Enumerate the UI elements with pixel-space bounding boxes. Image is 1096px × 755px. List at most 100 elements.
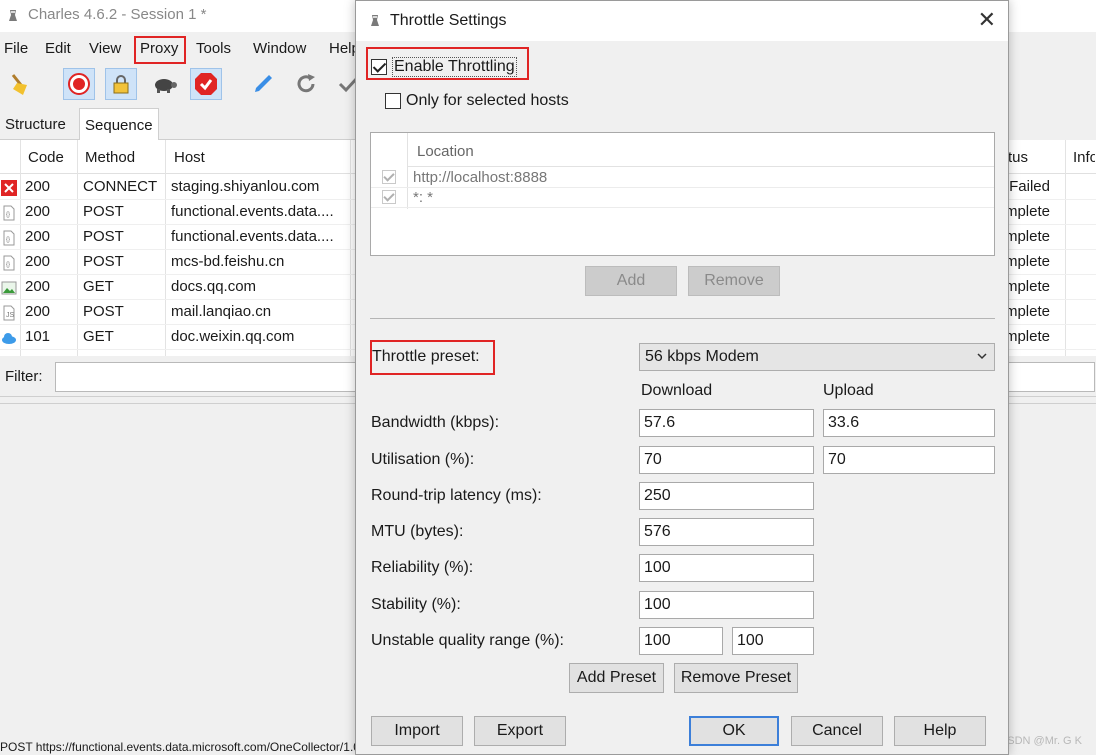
record-icon [68, 73, 90, 95]
location-row-checkbox[interactable] [382, 190, 396, 204]
refresh-icon [297, 74, 315, 93]
location-row[interactable]: *: * [371, 188, 994, 208]
dialog-title-bar: Throttle Settings ✕ [356, 1, 1008, 41]
mtu-field[interactable]: 576 [639, 518, 814, 546]
upload-header: Upload [823, 382, 874, 399]
only-selected-hosts-checkbox[interactable] [385, 93, 401, 109]
watermark: CSDN @Mr. G K [999, 735, 1082, 747]
svg-text:JS: JS [6, 312, 15, 319]
column-info[interactable]: Info [1073, 149, 1095, 166]
cell-method: GET [83, 278, 114, 295]
column-code[interactable]: Code [28, 149, 64, 166]
svg-text:{}: {} [6, 212, 10, 218]
cell-host: mail.lanqiao.cn [171, 303, 272, 320]
turtle-icon [155, 79, 177, 93]
reliability-field[interactable]: 100 [639, 554, 814, 582]
cell-host: docs.qq.com [171, 278, 257, 295]
location-row[interactable]: http://localhost:8888 [371, 168, 994, 188]
cloud-icon [1, 330, 17, 346]
throttle-preset-select[interactable]: 56 kbps Modem [639, 343, 995, 371]
latency-label: Round-trip latency (ms): [371, 487, 542, 504]
tab-sequence[interactable]: Sequence [79, 108, 159, 140]
column-status[interactable]: Status [1008, 149, 1028, 166]
cell-method: POST [83, 203, 124, 220]
script-file-icon: JS [1, 305, 17, 321]
unstable-range-max-field[interactable]: 100 [732, 627, 814, 655]
location-table: Location http://localhost:8888 *: * [370, 132, 995, 256]
menu-file[interactable]: File [4, 40, 28, 57]
filter-label: Filter: [5, 368, 43, 385]
only-selected-hosts-label[interactable]: Only for selected hosts [406, 92, 569, 110]
bandwidth-upload-field[interactable]: 33.6 [823, 409, 995, 437]
unstable-range-min-field[interactable]: 100 [639, 627, 723, 655]
import-button[interactable]: Import [371, 716, 463, 746]
cell-method: GET [83, 328, 114, 345]
menu-window[interactable]: Window [253, 40, 306, 57]
menu-view[interactable]: View [89, 40, 121, 57]
throttle-preset-value: 56 kbps Modem [645, 348, 759, 365]
repeat-button[interactable] [290, 68, 322, 100]
cell-code: 200 [25, 278, 51, 295]
view-tabs: Structure Sequence [0, 108, 360, 140]
charles-app-icon [371, 15, 379, 26]
remove-preset-button[interactable]: Remove Preset [674, 663, 798, 693]
stability-label: Stability (%): [371, 596, 461, 613]
cell-code: 200 [25, 178, 51, 195]
main-toolbar [0, 64, 360, 104]
svg-text:{}: {} [6, 262, 10, 268]
clear-session-button[interactable] [4, 68, 36, 100]
cell-host: doc.weixin.qq.com [171, 328, 295, 345]
error-icon [1, 180, 17, 196]
svg-text:{}: {} [6, 237, 10, 243]
utilisation-download-field[interactable]: 70 [639, 446, 814, 474]
cell-code: 200 [25, 253, 51, 270]
breakpoint-check-icon [195, 73, 217, 95]
help-button[interactable]: Help [894, 716, 986, 746]
pen-icon [255, 75, 272, 92]
cell-code: 200 [25, 228, 51, 245]
broom-icon [11, 74, 27, 95]
add-location-button[interactable]: Add [585, 266, 677, 296]
download-header: Download [641, 382, 713, 399]
bandwidth-download-field[interactable]: 57.6 [639, 409, 814, 437]
tab-sequence-label: Sequence [85, 117, 153, 134]
utilisation-upload-field[interactable]: 70 [823, 446, 995, 474]
cell-host: staging.shiyanlou.com [171, 178, 320, 195]
breakpoints-button[interactable] [190, 68, 222, 100]
menu-tools[interactable]: Tools [196, 40, 231, 57]
location-column-header[interactable]: Location [407, 133, 994, 167]
column-host[interactable]: Host [174, 149, 205, 166]
json-file-icon: {} [1, 230, 17, 246]
bandwidth-label: Bandwidth (kbps): [371, 414, 500, 431]
section-divider [370, 318, 995, 319]
location-row-checkbox[interactable] [382, 170, 396, 184]
throttle-settings-dialog: Throttle Settings ✕ Enable Throttling On… [355, 0, 1009, 755]
tab-structure[interactable]: Structure [0, 108, 71, 140]
ssl-proxying-button[interactable] [105, 68, 137, 100]
location-header-label: Location [417, 143, 474, 160]
compose-button[interactable] [247, 68, 279, 100]
dialog-title: Throttle Settings [390, 12, 507, 29]
close-icon[interactable]: ✕ [978, 9, 996, 31]
record-button[interactable] [63, 68, 95, 100]
throttle-preset-highlight-box [370, 340, 495, 375]
ok-button[interactable]: OK [689, 716, 779, 746]
add-preset-button[interactable]: Add Preset [569, 663, 664, 693]
cell-method: POST [83, 253, 124, 270]
tab-structure-label: Structure [5, 116, 66, 133]
json-file-icon: {} [1, 255, 17, 271]
location-row-text: http://localhost:8888 [413, 169, 548, 186]
proxy-highlight-box [134, 36, 186, 64]
lock-icon [113, 75, 129, 94]
remove-location-button[interactable]: Remove [688, 266, 780, 296]
latency-field[interactable]: 250 [639, 482, 814, 510]
cancel-button[interactable]: Cancel [791, 716, 883, 746]
export-button[interactable]: Export [474, 716, 566, 746]
enable-throttling-highlight-box [366, 47, 529, 80]
charles-app-icon [9, 10, 17, 21]
throttle-button[interactable] [149, 68, 181, 100]
stability-field[interactable]: 100 [639, 591, 814, 619]
cell-method: POST [83, 228, 124, 245]
menu-edit[interactable]: Edit [45, 40, 71, 57]
column-method[interactable]: Method [85, 149, 135, 166]
